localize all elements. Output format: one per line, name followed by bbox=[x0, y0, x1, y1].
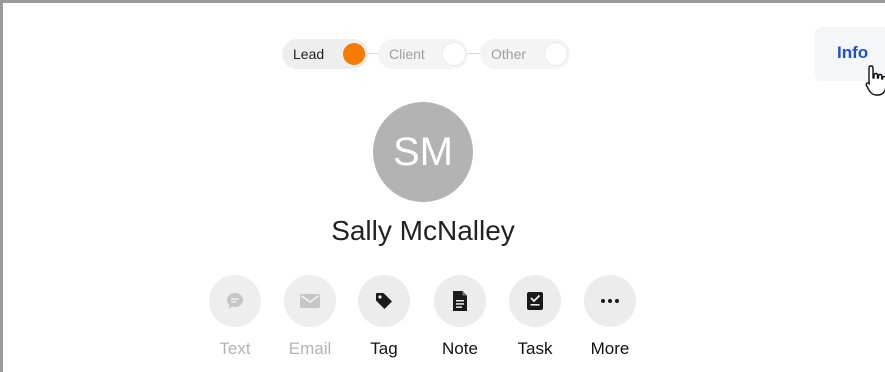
action-label: Email bbox=[288, 339, 332, 358]
stage-other[interactable]: Other bbox=[480, 39, 570, 69]
stage-label: Lead bbox=[293, 46, 325, 62]
envelope-icon bbox=[300, 294, 320, 308]
task-action-button[interactable]: Task bbox=[503, 275, 567, 365]
tag-action-button[interactable]: Tag bbox=[352, 275, 416, 365]
action-label: Task bbox=[517, 339, 553, 358]
stage-lead[interactable]: Lead bbox=[282, 39, 368, 69]
stage-connector bbox=[368, 53, 378, 54]
stage-unselected-indicator-icon bbox=[545, 43, 567, 65]
stage-label: Other bbox=[491, 46, 527, 62]
action-label: Tag bbox=[370, 339, 398, 358]
stage-client[interactable]: Client bbox=[378, 39, 468, 69]
contact-panel: Lead Client Other Info SM Sally McNalley… bbox=[0, 0, 885, 372]
action-label: Note bbox=[442, 339, 478, 358]
hand-pointer-cursor-icon bbox=[865, 65, 885, 96]
stage-label: Client bbox=[389, 46, 425, 62]
note-action-button[interactable]: Note bbox=[428, 275, 492, 365]
more-action-button[interactable]: More bbox=[578, 275, 642, 365]
action-label: More bbox=[590, 339, 630, 358]
info-button-label: Info bbox=[837, 43, 869, 62]
document-icon bbox=[453, 291, 467, 311]
action-label: Text bbox=[219, 339, 251, 358]
stage-unselected-indicator-icon bbox=[443, 43, 465, 65]
avatar-initials: SM bbox=[393, 129, 453, 174]
text-action-button[interactable]: Text bbox=[203, 275, 267, 365]
checklist-icon bbox=[527, 292, 543, 310]
contact-name: Sally McNalley bbox=[331, 215, 515, 246]
email-action-button[interactable]: Email bbox=[278, 275, 342, 365]
ellipsis-icon bbox=[601, 299, 619, 303]
avatar: SM bbox=[373, 102, 473, 202]
chat-bubble-icon bbox=[227, 293, 243, 309]
tag-icon bbox=[376, 293, 392, 309]
stage-selected-indicator-icon bbox=[343, 43, 365, 65]
stage-connector bbox=[468, 53, 480, 54]
